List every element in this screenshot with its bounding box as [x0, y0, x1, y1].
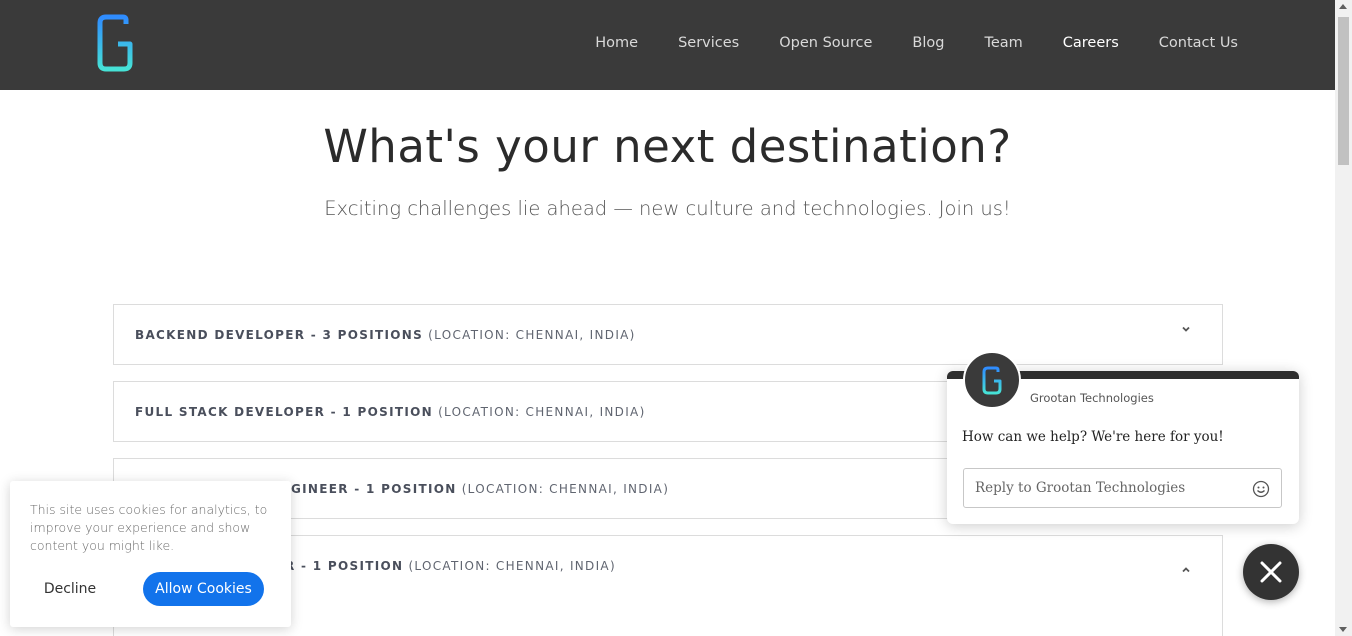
chat-close-button[interactable]	[1243, 544, 1299, 600]
chat-widget: Grootan Technologies How can we help? We…	[947, 351, 1299, 524]
job-title-row: GINEER - 1 POSITION (LOCATION: CHENNAI, …	[291, 482, 669, 496]
job-location: (LOCATION: CHENNAI, INDIA)	[461, 482, 670, 496]
decline-cookies-button[interactable]: Decline	[30, 572, 110, 606]
emoji-icon[interactable]	[1252, 480, 1270, 498]
job-location: (LOCATION: CHENNAI, INDIA)	[428, 328, 636, 342]
allow-cookies-button[interactable]: Allow Cookies	[143, 572, 264, 606]
main-nav: Home Services Open Source Blog Team Care…	[555, 35, 1238, 51]
job-accordion-backend[interactable]: BACKEND DEVELOPER - 3 POSITIONS (LOCATIO…	[113, 304, 1223, 365]
scroll-down-arrow-icon[interactable]	[1339, 627, 1347, 632]
nav-home[interactable]: Home	[595, 35, 638, 51]
scroll-up-arrow-icon[interactable]	[1339, 4, 1347, 9]
chevron-up-icon[interactable]	[1180, 564, 1192, 576]
job-title: R - 1 POSITION	[285, 559, 404, 573]
chat-welcome-message: How can we help? We're here for you!	[962, 429, 1224, 445]
nav-careers[interactable]: Careers	[1063, 35, 1119, 51]
nav-open-source[interactable]: Open Source	[779, 35, 872, 51]
scrollbar-thumb[interactable]	[1338, 17, 1349, 165]
job-title-row: BACKEND DEVELOPER - 3 POSITIONS (LOCATIO…	[135, 328, 636, 342]
job-location: (LOCATION: CHENNAI, INDIA)	[408, 559, 616, 573]
job-title: GINEER - 1 POSITION	[291, 482, 457, 496]
job-location: (LOCATION: CHENNAI, INDIA)	[438, 405, 646, 419]
chat-agent-name: Grootan Technologies	[1030, 391, 1154, 405]
cookie-banner: This site uses cookies for analytics, to…	[10, 481, 291, 627]
grootan-logo-icon[interactable]	[96, 14, 134, 72]
job-title-row: FULL STACK DEVELOPER - 1 POSITION (LOCAT…	[135, 405, 646, 419]
chevron-down-icon[interactable]	[1180, 323, 1192, 335]
nav-contact-us[interactable]: Contact Us	[1159, 35, 1238, 51]
site-header: Home Services Open Source Blog Team Care…	[0, 0, 1335, 90]
close-icon	[1260, 561, 1282, 583]
chat-reply-placeholder: Reply to Grootan Technologies	[975, 480, 1186, 496]
job-title-row: R - 1 POSITION (LOCATION: CHENNAI, INDIA…	[285, 559, 616, 573]
job-title: FULL STACK DEVELOPER - 1 POSITION	[135, 405, 433, 419]
nav-team[interactable]: Team	[984, 35, 1022, 51]
job-title: BACKEND DEVELOPER - 3 POSITIONS	[135, 328, 424, 342]
page-scrollbar[interactable]	[1335, 0, 1352, 636]
page-subtitle: Exciting challenges lie ahead — new cult…	[324, 197, 1011, 220]
nav-blog[interactable]: Blog	[912, 35, 944, 51]
cookie-message: This site uses cookies for analytics, to…	[30, 502, 268, 553]
nav-services[interactable]: Services	[678, 35, 739, 51]
page-title: What's your next destination?	[323, 120, 1012, 173]
grootan-logo-icon	[982, 366, 1002, 395]
chat-avatar	[963, 351, 1021, 409]
chat-reply-input[interactable]: Reply to Grootan Technologies	[963, 468, 1282, 508]
